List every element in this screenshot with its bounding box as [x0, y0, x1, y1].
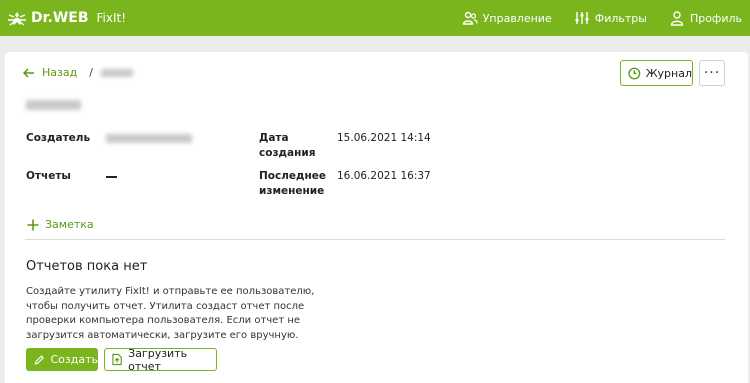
add-note-button[interactable]: Заметка	[27, 218, 94, 231]
arrow-left-icon	[23, 67, 34, 78]
breadcrumb-current-redacted	[100, 68, 133, 77]
product-name: FixIt!	[96, 11, 127, 25]
brand-name: Dr.WEB	[31, 10, 89, 26]
create-button[interactable]: Создать	[26, 348, 98, 371]
empty-state-description: Создайте утилиту FixIt! и отправьте ее п…	[26, 286, 315, 341]
nav-management[interactable]: Управление	[462, 10, 552, 26]
detail-card: Назад / Журнал ··· Создатель Отчеты Дата…	[5, 52, 748, 383]
plus-icon	[27, 219, 39, 230]
breadcrumb-separator: /	[89, 66, 93, 79]
brand-logo[interactable]: Dr.WEB FixIt!	[8, 10, 126, 26]
sliders-icon	[575, 12, 589, 24]
nav-profile[interactable]: Профиль	[669, 10, 742, 26]
pencil-icon	[34, 354, 44, 365]
more-dots-icon: ···	[703, 65, 721, 81]
reports-label: Отчеты	[26, 170, 71, 182]
reports-value-empty	[106, 176, 117, 178]
breadcrumb: Назад /	[23, 66, 133, 79]
top-bar: Dr.WEB FixIt! Управление Фильтры Профиль	[0, 0, 750, 36]
nav-management-label: Управление	[482, 11, 552, 25]
journal-label: Журнал	[645, 66, 692, 80]
section-divider	[25, 239, 725, 240]
page-title-redacted	[26, 100, 81, 110]
upload-file-icon	[112, 353, 122, 366]
upload-report-label: Загрузить отчет	[128, 346, 188, 373]
journal-button[interactable]: Журнал	[620, 60, 693, 86]
spider-logo-icon	[8, 12, 26, 26]
created-label: Дата создания	[259, 132, 316, 159]
nav-profile-label: Профиль	[689, 11, 742, 25]
modified-label: Последнее изменение	[259, 170, 327, 197]
top-nav: Управление Фильтры Профиль	[462, 10, 742, 26]
creator-label: Создатель	[26, 132, 91, 144]
empty-state-title: Отчетов пока нет	[26, 259, 148, 274]
users-icon	[462, 11, 478, 25]
add-note-label: Заметка	[45, 218, 94, 231]
back-link[interactable]: Назад	[23, 66, 77, 79]
upload-report-button[interactable]: Загрузить отчет	[104, 346, 217, 373]
nav-filters[interactable]: Фильтры	[574, 10, 647, 26]
creator-value-redacted	[106, 134, 192, 143]
nav-filters-label: Фильтры	[594, 11, 647, 25]
clock-icon	[628, 67, 641, 79]
back-label: Назад	[42, 66, 78, 79]
user-icon	[670, 11, 684, 26]
create-label: Создать	[50, 353, 99, 366]
created-value: 15.06.2021 14:14	[337, 132, 431, 144]
modified-value: 16.06.2021 16:37	[337, 170, 431, 182]
more-options-button[interactable]: ···	[699, 60, 725, 86]
